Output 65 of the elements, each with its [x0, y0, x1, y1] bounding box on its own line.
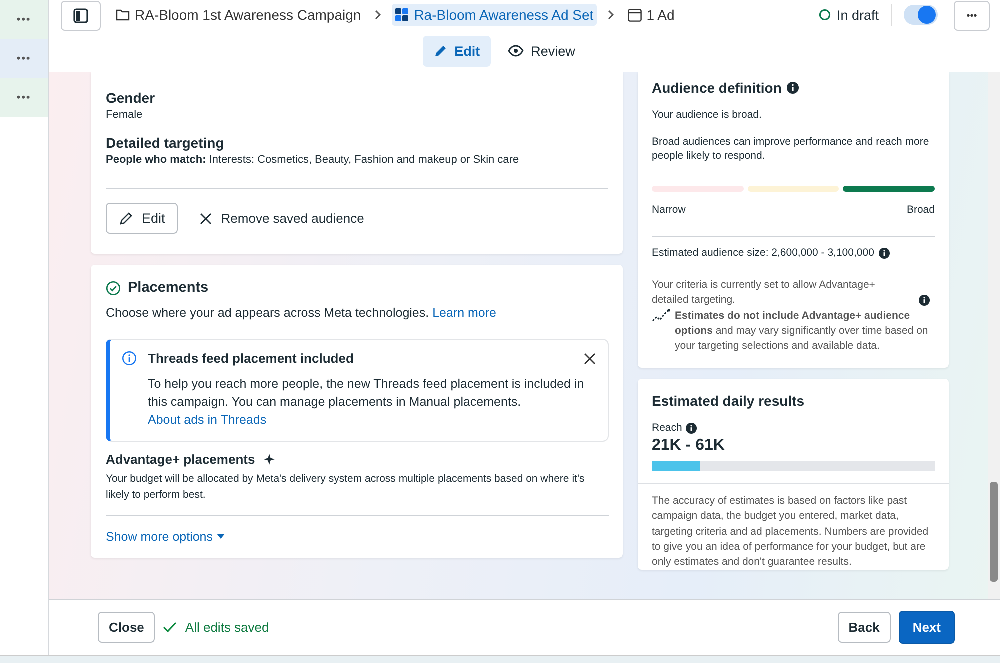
- info-icon: [122, 351, 137, 366]
- checkmark-icon: [163, 622, 178, 633]
- field-value: Female: [106, 109, 144, 121]
- pencil-icon: [434, 44, 448, 58]
- toggle-switch[interactable]: [904, 5, 938, 25]
- caret-down-icon: [217, 534, 226, 540]
- description-text: Choose where your ad appears across Meta technologies. Learn more: [106, 306, 498, 320]
- learn-more-link[interactable]: Learn more: [432, 306, 497, 320]
- trend-line-icon: [652, 308, 670, 322]
- pencil-icon: [119, 211, 134, 226]
- next-button[interactable]: Next: [898, 611, 955, 644]
- more-options-button[interactable]: •••: [0, 78, 48, 117]
- option-description: Your budget will be allocated by Meta's delivery system across multiple placements based on where it's likely to perform best.: [106, 472, 586, 503]
- disclaimer-text: The accuracy of estimates is based on factors like past campaign data, the budget you entered, market data, targeting criteria and ad placements. Numbers are provided to give you an idea of performance for your budget, but are only estimates and don't guarantee results.: [651, 494, 930, 570]
- field-value: People who match: Interests: Cosmetics, Beauty, Fashion and makeup or Skin care: [106, 154, 520, 166]
- criteria-text: Your criteria is currently set to allow Advantage+ detailed targeting.: [652, 278, 876, 308]
- sidebar-toggle-button[interactable]: [61, 0, 101, 30]
- about-ads-link[interactable]: About ads in Threads: [148, 413, 267, 428]
- summary-text: Your audience is broad.: [652, 108, 763, 123]
- estimate-note: Estimates do not include Advantage+ audience options and may vary significantly over time based on your targeting selections and available data.: [675, 308, 930, 354]
- audience-size-text: Estimated audience size: 2,600,000 - 3,100,000: [652, 247, 874, 260]
- chevron-right-icon: [373, 10, 384, 20]
- info-icon: [686, 422, 698, 434]
- card-title: Audience definition: [652, 80, 782, 96]
- status-label: In draft: [836, 8, 879, 22]
- scrollbar[interactable]: [988, 72, 1000, 599]
- breadcrumb-link[interactable]: 1 Ad: [624, 4, 678, 26]
- status-circle-icon: [818, 9, 831, 21]
- info-icon: [879, 248, 890, 259]
- chevron-right-icon: [606, 10, 616, 20]
- notice-text: To help you reach more people, the new Threads feed placement is included in this campaign. You can manage placements in Manual placements. About ads in Threads: [148, 376, 586, 430]
- detail-text: Broad audiences can improve performance and reach more people likely to respond.: [652, 134, 930, 164]
- window-icon: [628, 8, 642, 22]
- grid-icon: [395, 8, 410, 22]
- more-options-button[interactable]: •••: [0, 39, 48, 78]
- info-icon: [786, 82, 799, 94]
- save-status: All edits saved: [185, 620, 270, 635]
- edit-button[interactable]: Edit: [106, 203, 178, 234]
- mode-tab[interactable]: Review: [497, 36, 586, 66]
- more-options-button[interactable]: •••: [954, 1, 990, 31]
- card-title: Estimated daily results: [652, 393, 806, 410]
- notice-title: Threads feed placement included: [148, 351, 355, 366]
- metric-label: Reach: [652, 422, 682, 434]
- folder-icon: [116, 9, 130, 21]
- sparkle-icon: [264, 454, 276, 466]
- remove-audience-button[interactable]: Remove saved audience: [194, 210, 370, 227]
- mode-tab[interactable]: Edit: [422, 36, 492, 66]
- meter-label: Broad: [906, 204, 935, 216]
- info-icon: [919, 294, 930, 306]
- close-icon: [200, 212, 212, 224]
- eye-icon: [508, 45, 524, 57]
- close-button[interactable]: Close: [98, 612, 156, 643]
- reach-range: 21K - 61K: [652, 437, 726, 456]
- section-title: Placements: [128, 280, 209, 296]
- option-title: Advantage+ placements: [106, 452, 256, 468]
- close-button[interactable]: [584, 352, 596, 364]
- back-button[interactable]: Back: [838, 612, 891, 643]
- breadcrumb-link[interactable]: Ra-Bloom Awareness Ad Set: [392, 4, 597, 26]
- sidebar-icon: [73, 8, 89, 24]
- breadcrumb-link[interactable]: RA-Bloom 1st Awareness Campaign: [113, 4, 364, 26]
- show-more-options-link[interactable]: Show more options: [106, 530, 226, 544]
- field-label: Gender: [106, 90, 156, 106]
- meter-label: Narrow: [652, 204, 686, 216]
- field-label: Detailed targeting: [106, 135, 226, 151]
- more-options-button[interactable]: •••: [0, 0, 48, 39]
